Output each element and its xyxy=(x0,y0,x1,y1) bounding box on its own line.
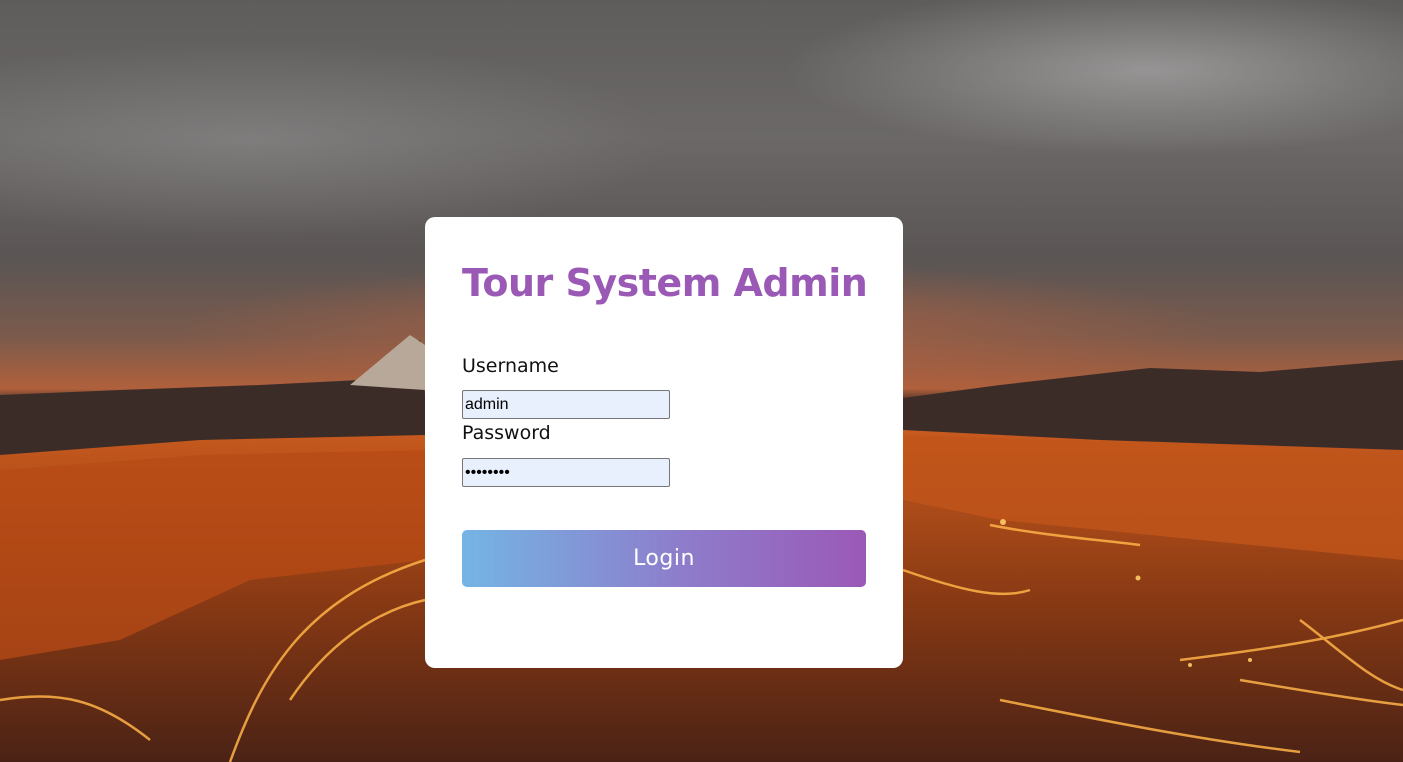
login-button[interactable]: Login xyxy=(462,530,866,587)
username-input[interactable] xyxy=(462,390,670,419)
username-label: Username xyxy=(462,355,559,377)
page-title: Tour System Admin xyxy=(462,261,868,305)
password-input[interactable] xyxy=(462,458,670,487)
login-card: Tour System Admin Username Password Logi… xyxy=(425,217,903,668)
password-label: Password xyxy=(462,422,551,444)
